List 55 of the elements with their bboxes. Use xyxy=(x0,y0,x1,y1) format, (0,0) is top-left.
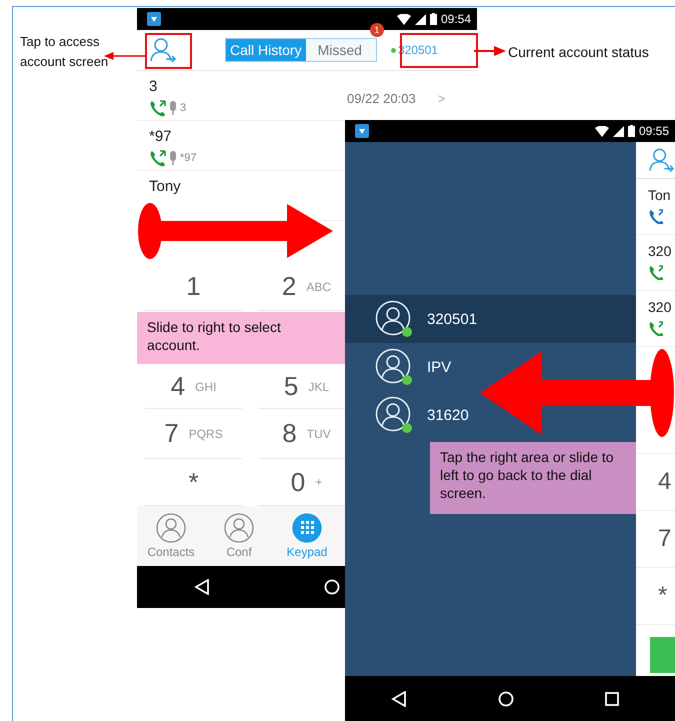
app-logo-icon xyxy=(147,12,161,26)
caller-name: 320 xyxy=(648,299,672,315)
notification-badge: 1 xyxy=(370,23,384,37)
microphone-icon xyxy=(169,151,177,165)
phone-icon xyxy=(149,149,166,167)
callout-text: Current account status xyxy=(508,43,649,62)
battery-icon xyxy=(430,13,437,25)
avatar-icon xyxy=(375,300,415,338)
keypad-key[interactable]: * xyxy=(636,568,675,625)
callout-text: Tap to access account screen xyxy=(20,33,110,71)
caller-name: Ton xyxy=(648,187,672,203)
back-icon[interactable] xyxy=(194,579,210,595)
keypad-icon xyxy=(292,513,322,543)
status-time: 09:55 xyxy=(638,124,669,138)
call-time: 09/22 20:03 xyxy=(347,91,416,106)
phone-icon xyxy=(648,320,663,336)
wifi-icon xyxy=(396,14,411,24)
highlight-frame xyxy=(145,33,192,69)
person-icon xyxy=(149,37,177,63)
phone-icon xyxy=(648,264,663,280)
caller-name: Tony xyxy=(149,178,182,195)
keypad-key[interactable]: 1 xyxy=(145,263,242,311)
recent-apps-icon[interactable] xyxy=(605,692,620,706)
signal-icon xyxy=(612,126,624,136)
person-icon xyxy=(224,513,254,543)
caller-name: 3 xyxy=(149,78,158,95)
arrow-right xyxy=(474,46,506,56)
account-item[interactable]: 320501 xyxy=(345,295,636,343)
phone-icon xyxy=(149,99,166,117)
caller-name: 320 xyxy=(648,243,672,259)
wifi-icon xyxy=(594,126,609,136)
phone-icon xyxy=(648,208,663,224)
avatar-icon xyxy=(375,348,415,386)
callout-text: Tap the right area or slide to left to go back to the dial screen. xyxy=(430,442,636,514)
person-icon xyxy=(648,147,675,173)
dial-screen-edge[interactable]: Ton 320 320 4 7 * xyxy=(636,142,675,676)
signal-icon xyxy=(414,14,426,24)
home-icon[interactable] xyxy=(498,690,514,706)
keypad-key[interactable]: 4 GHI xyxy=(145,365,242,409)
battery-icon xyxy=(628,125,635,137)
back-icon[interactable] xyxy=(390,690,407,706)
call-number: 3 xyxy=(180,102,186,114)
call-number: *97 xyxy=(180,152,197,164)
person-icon xyxy=(156,513,186,543)
app-logo-icon xyxy=(355,124,369,138)
tab[interactable]: Missed xyxy=(306,39,376,61)
keypad-key[interactable]: 7 PQRS xyxy=(145,409,242,459)
keypad-key[interactable]: 7 xyxy=(636,511,675,568)
status-time: 09:54 xyxy=(440,12,471,26)
arrow-left xyxy=(104,51,145,61)
callout-text: Slide to right to select account. xyxy=(137,312,345,364)
microphone-icon xyxy=(169,101,177,115)
avatar-icon xyxy=(375,396,415,434)
home-icon[interactable] xyxy=(324,579,340,595)
caller-name: *97 xyxy=(149,128,173,145)
